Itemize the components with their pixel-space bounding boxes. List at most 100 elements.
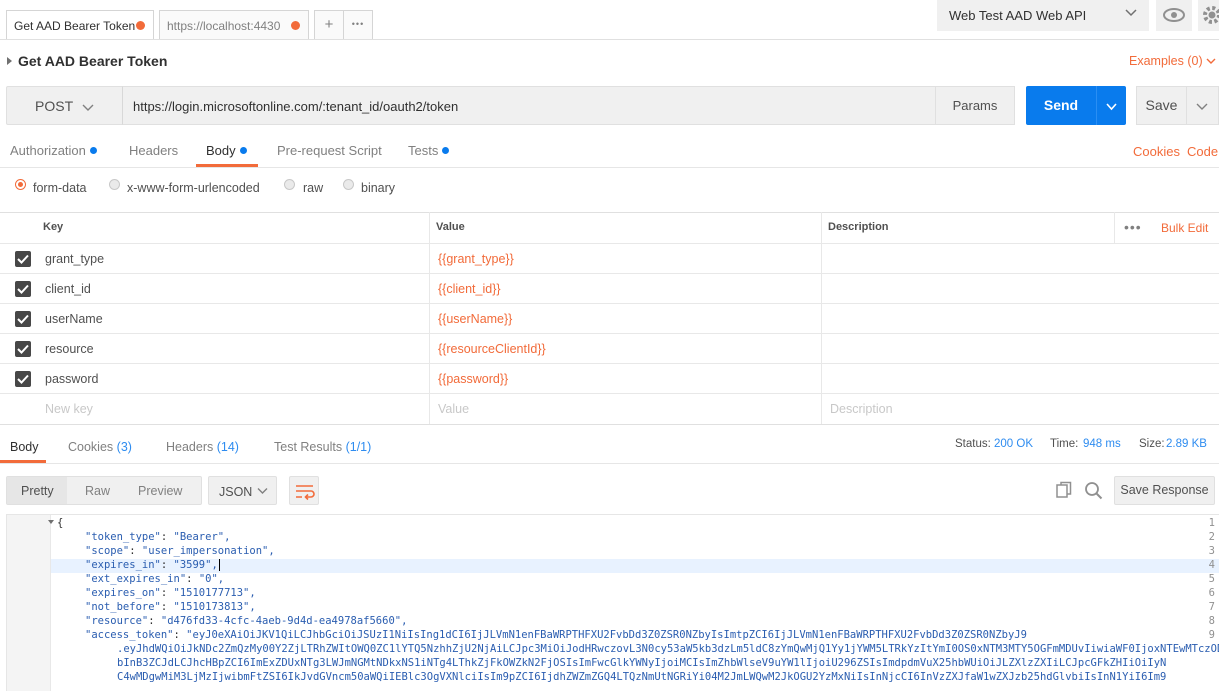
send-button[interactable]: Send bbox=[1026, 86, 1096, 125]
radio-label-binary[interactable]: binary bbox=[361, 181, 395, 195]
response-tab-test-results[interactable]: Test Results (1/1) bbox=[274, 440, 371, 454]
column-header-description: Description bbox=[828, 221, 889, 233]
environment-quick-look-button[interactable] bbox=[1156, 0, 1192, 31]
tab-label: Authorization bbox=[10, 143, 86, 158]
row-value[interactable]: {{grant_type}} bbox=[438, 252, 514, 266]
json-value: "user_impersonation", bbox=[141, 545, 275, 557]
column-header-key: Key bbox=[43, 221, 64, 233]
collapse-caret-icon[interactable] bbox=[7, 57, 12, 65]
checkmark-icon bbox=[17, 344, 29, 354]
line-number: 4 bbox=[1208, 559, 1215, 571]
table-options-button[interactable]: ••• bbox=[1124, 219, 1142, 235]
new-key-input[interactable]: New key bbox=[45, 402, 93, 416]
size-value[interactable]: 2.89 KB bbox=[1166, 438, 1207, 450]
pretty-button[interactable]: Pretty bbox=[21, 484, 54, 498]
row-key[interactable]: password bbox=[45, 372, 99, 386]
tab-label: Get AAD Bearer Token bbox=[14, 19, 136, 33]
json-value: "d476fd33-4cfc-4aeb-9d4d-ea4978af5660", bbox=[160, 615, 408, 627]
method-select[interactable]: POST bbox=[6, 86, 123, 125]
format-label: JSON bbox=[219, 485, 253, 499]
row-key[interactable]: grant_type bbox=[45, 252, 104, 266]
json-value: "1510177713", bbox=[173, 587, 256, 599]
radio-label-raw[interactable]: raw bbox=[303, 181, 323, 195]
cookies-link[interactable]: Cookies bbox=[1133, 144, 1180, 159]
status-label: Status: bbox=[955, 438, 991, 450]
new-value-input[interactable]: Value bbox=[438, 402, 469, 416]
row-key[interactable]: userName bbox=[45, 312, 103, 326]
tab-localhost[interactable]: https://localhost:4430 bbox=[159, 10, 309, 39]
tab-tests[interactable]: Tests bbox=[408, 143, 450, 158]
tab-headers[interactable]: Headers bbox=[129, 143, 178, 158]
tab-pre-request-script[interactable]: Pre-request Script bbox=[277, 143, 382, 158]
json-value: "0", bbox=[198, 573, 225, 585]
radio-label-form-data[interactable]: form-data bbox=[33, 181, 87, 195]
text-cursor bbox=[218, 559, 220, 571]
row-checkbox[interactable] bbox=[15, 341, 31, 357]
environment-select[interactable]: Web Test AAD Web API bbox=[937, 0, 1149, 31]
time-value[interactable]: 948 ms bbox=[1083, 438, 1121, 450]
chevron-down-icon bbox=[1106, 103, 1117, 111]
code-link[interactable]: Code bbox=[1187, 144, 1218, 159]
row-divider bbox=[0, 363, 1219, 364]
token-continuation-line: .eyJhdWQiOiJkNDc2ZmQzMy00Y2ZjLTRhZWItOWQ… bbox=[117, 643, 1219, 655]
new-description-input[interactable]: Description bbox=[830, 402, 893, 416]
save-dropdown-button[interactable] bbox=[1186, 86, 1219, 125]
size-label: Size: bbox=[1139, 438, 1165, 450]
tab-authorization[interactable]: Authorization bbox=[10, 143, 97, 158]
new-tab-button[interactable]: + bbox=[314, 10, 344, 39]
row-divider bbox=[0, 273, 1219, 274]
settings-button[interactable] bbox=[1198, 0, 1219, 31]
examples-link[interactable]: Examples (0) bbox=[1129, 54, 1203, 68]
save-response-button[interactable]: Save Response bbox=[1114, 476, 1215, 505]
status-value[interactable]: 200 OK bbox=[994, 438, 1033, 450]
row-value[interactable]: {{password}} bbox=[438, 372, 508, 386]
send-dropdown-button[interactable] bbox=[1096, 86, 1126, 125]
checkmark-icon bbox=[17, 314, 29, 324]
request-name[interactable]: Get AAD Bearer Token bbox=[18, 53, 167, 69]
line-number: 3 bbox=[1208, 545, 1215, 557]
row-value[interactable]: {{userName}} bbox=[438, 312, 512, 326]
radio-raw[interactable] bbox=[284, 179, 295, 190]
count-badge: (14) bbox=[216, 440, 239, 454]
search-icon[interactable] bbox=[1084, 481, 1103, 500]
params-button[interactable]: Params bbox=[935, 86, 1015, 125]
response-tab-headers[interactable]: Headers (14) bbox=[166, 440, 239, 454]
format-select[interactable]: JSON bbox=[208, 476, 277, 505]
column-divider bbox=[1114, 212, 1115, 243]
tab-get-aad-bearer-token[interactable]: Get AAD Bearer Token bbox=[6, 10, 154, 39]
preview-button[interactable]: Preview bbox=[138, 484, 182, 498]
row-key[interactable]: resource bbox=[45, 342, 94, 356]
unsaved-dot-icon bbox=[291, 21, 300, 30]
divider bbox=[0, 167, 1219, 168]
radio-x-www-form-urlencoded[interactable] bbox=[109, 179, 120, 190]
more-tabs-button[interactable]: ••• bbox=[343, 10, 373, 39]
row-key[interactable]: client_id bbox=[45, 282, 91, 296]
wrap-lines-icon bbox=[296, 485, 315, 501]
row-value[interactable]: {{client_id}} bbox=[438, 282, 501, 296]
count-badge: (1/1) bbox=[345, 440, 372, 454]
radio-form-data[interactable] bbox=[15, 179, 26, 190]
json-key: "token_type" bbox=[85, 531, 161, 543]
row-checkbox[interactable] bbox=[15, 281, 31, 297]
save-button[interactable]: Save bbox=[1136, 86, 1187, 125]
url-input[interactable]: https://login.microsoftonline.com/:tenan… bbox=[122, 86, 936, 125]
raw-button[interactable]: Raw bbox=[85, 484, 110, 498]
tab-label: Tests bbox=[408, 143, 439, 158]
copy-icon[interactable] bbox=[1055, 481, 1073, 499]
wrap-lines-button[interactable] bbox=[289, 476, 319, 505]
code-line: "token_type": "Bearer", bbox=[85, 531, 231, 543]
bulk-edit-link[interactable]: Bulk Edit bbox=[1161, 221, 1208, 235]
fold-arrow-icon[interactable] bbox=[48, 520, 54, 524]
response-tab-cookies[interactable]: Cookies (3) bbox=[68, 440, 132, 454]
row-checkbox[interactable] bbox=[15, 251, 31, 267]
row-checkbox[interactable] bbox=[15, 311, 31, 327]
tab-body[interactable]: Body bbox=[206, 143, 247, 158]
token-continuation-line: C4wMDgwMiM3LjMzIjwibmFtZSI6IkJvdGVncm50a… bbox=[117, 671, 1167, 683]
radio-label-x-www-form-urlencoded[interactable]: x-www-form-urlencoded bbox=[127, 181, 260, 195]
response-body-editor[interactable]: 1 { 2 "token_type": "Bearer", 3 "scope":… bbox=[6, 514, 1219, 691]
row-value[interactable]: {{resourceClientId}} bbox=[438, 342, 546, 356]
response-tab-body[interactable]: Body bbox=[10, 440, 39, 454]
tab-label: Cookies bbox=[68, 440, 114, 454]
row-checkbox[interactable] bbox=[15, 371, 31, 387]
radio-binary[interactable] bbox=[343, 179, 354, 190]
